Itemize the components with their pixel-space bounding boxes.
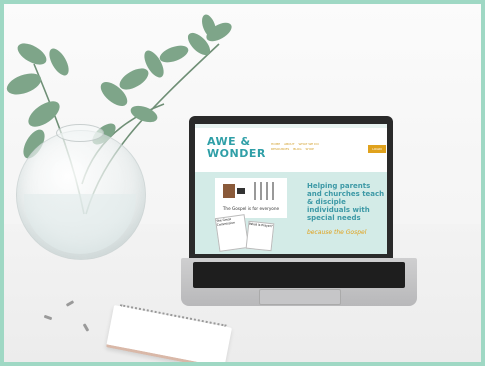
nav-home[interactable]: HOME xyxy=(271,142,280,146)
laptop-screen: AWE & WONDER HOME ABOUT WHAT WE DO RESOU… xyxy=(195,124,387,254)
prayer-card-title: What is Prayer? xyxy=(249,221,273,229)
site-header: AWE & WONDER HOME ABOUT WHAT WE DO RESOU… xyxy=(195,128,387,172)
prayer-card: What is Prayer? xyxy=(245,220,275,252)
trackpad xyxy=(259,289,341,305)
nav-what-we-do[interactable]: WHAT WE DO xyxy=(299,142,319,146)
nav-resources[interactable]: RESOURCES xyxy=(271,147,289,151)
gospel-card: The Gospel is for everyone xyxy=(215,178,287,218)
hero-headline: Helping parents and churches teach & dis… xyxy=(307,182,385,222)
card-caption: The Gospel is for everyone xyxy=(222,206,280,211)
hero-section: The Gospel is for everyone The Great Com… xyxy=(195,172,387,254)
great-commission-card: The Great Commission xyxy=(214,214,250,252)
login-button[interactable]: LOGIN xyxy=(368,145,386,153)
nav-about[interactable]: ABOUT xyxy=(284,142,294,146)
site-nav: HOME ABOUT WHAT WE DO RESOURCES BLOG SHO… xyxy=(271,142,359,152)
laptop-base xyxy=(181,258,417,306)
nav-shop[interactable]: SHOP xyxy=(306,147,314,151)
hero-script-text: because the Gospel xyxy=(307,229,367,236)
desk-photo: AWE & WONDER HOME ABOUT WHAT WE DO RESOU… xyxy=(4,4,481,362)
keyboard xyxy=(193,262,405,288)
nav-blog[interactable]: BLOG xyxy=(293,147,301,151)
laptop: AWE & WONDER HOME ABOUT WHAT WE DO RESOU… xyxy=(181,116,417,312)
great-commission-title: The Great Commission xyxy=(215,217,236,228)
vase-rim xyxy=(56,124,104,142)
image-frame: AWE & WONDER HOME ABOUT WHAT WE DO RESOU… xyxy=(0,0,485,366)
laptop-lid: AWE & WONDER HOME ABOUT WHAT WE DO RESOU… xyxy=(189,116,393,260)
site-logo[interactable]: AWE & WONDER xyxy=(207,136,266,160)
bible-and-people-icon xyxy=(223,182,274,200)
logo-line-2: WONDER xyxy=(207,147,266,160)
